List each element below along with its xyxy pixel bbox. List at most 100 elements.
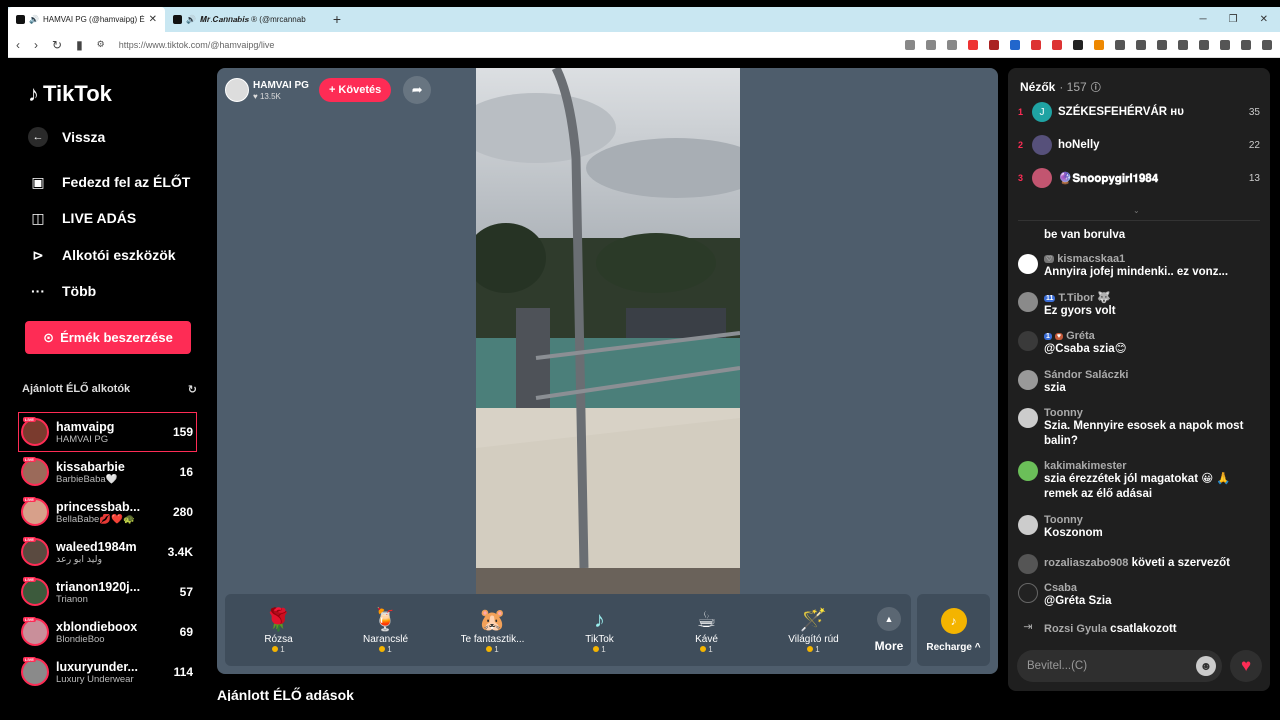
browser-tab-active[interactable]: 🔊 HAMVAI PG (@hamvaipg) ÉL ✕ [8, 7, 165, 32]
chat-username[interactable]: Toonny [1044, 407, 1263, 419]
gift-item[interactable]: 🍹 Narancslé 1 [332, 594, 439, 666]
top-viewer-item[interactable]: 1 J SZÉKESFEHÉRVÁR ʜᴜ 35 [1018, 101, 1260, 123]
close-window-icon[interactable]: ✕ [1260, 14, 1268, 25]
gift-item[interactable]: 🐹 Te fantasztik... 1 [439, 594, 546, 666]
creator-item[interactable]: LIVE xblondieboox BlondieBoo 69 [18, 612, 197, 652]
emoji-icon[interactable]: ☻ [1196, 656, 1216, 676]
top-viewer-item[interactable]: 3 🔮𝐒𝐧𝐨𝐨𝐩𝐲𝐠𝐢𝐫𝐥𝟏𝟗𝟖𝟒 13 [1018, 167, 1260, 189]
gift-item[interactable]: ♪ TikTok 1 [546, 594, 653, 666]
share-icon[interactable] [947, 39, 957, 50]
creator-nickname: BellaBabe💋❤️🐢 [56, 513, 135, 525]
wallet-icon[interactable] [1220, 39, 1230, 50]
avatar[interactable] [1018, 331, 1038, 351]
vpn-icon[interactable] [1241, 39, 1251, 50]
gift-item[interactable]: ☕ Kávé 1 [653, 594, 760, 666]
zoom-icon[interactable] [926, 39, 936, 50]
avatar[interactable] [1018, 254, 1038, 274]
extension-icon[interactable] [1052, 39, 1062, 50]
avatar[interactable] [1018, 408, 1038, 428]
tiktok-logo[interactable]: ♪ TikTok [28, 81, 112, 107]
chat-username[interactable]: rozaliaszabo908 [1044, 557, 1128, 569]
translate-icon[interactable] [1010, 39, 1020, 50]
nav-live-broadcast[interactable]: ◫ LIVE ADÁS [28, 208, 136, 228]
chat-username[interactable]: Sándor Saláczki [1044, 369, 1128, 381]
avatar[interactable] [1018, 554, 1038, 574]
viewer-count: 114 [173, 665, 193, 679]
recharge-button[interactable]: ♪ Recharge ^ [917, 594, 990, 666]
info-icon[interactable]: ⓘ [1091, 79, 1101, 94]
chat-username[interactable]: Rozsi Gyula [1044, 623, 1107, 635]
host-name[interactable]: HAMVAI PG [253, 80, 309, 92]
get-coins-button[interactable]: ⊙ Érmék beszerzése [25, 321, 191, 354]
extension-icon[interactable] [1094, 39, 1104, 50]
creator-item[interactable]: LIVE luxuryunder... Luxury Underwear 114 [18, 652, 197, 692]
refresh-icon[interactable]: ↻ [188, 383, 197, 396]
avatar[interactable] [1018, 370, 1038, 390]
chat-username[interactable]: Csaba [1044, 582, 1111, 594]
live-stream-player[interactable]: HAMVAI PG ♥ 13.5K + Követés ➦ 🌹 Rózsa 1 … [217, 68, 998, 674]
maximize-icon[interactable]: ❐ [1229, 14, 1238, 25]
extension-icon[interactable] [1073, 39, 1083, 50]
video-frame[interactable] [476, 68, 740, 594]
chevron-down-icon[interactable]: ⌄ [1133, 206, 1140, 215]
viewer-count: 3.4K [167, 545, 193, 559]
creator-item[interactable]: LIVE princessbab... BellaBabe💋❤️🐢 280 [18, 492, 197, 532]
creator-item[interactable]: LIVE waleed1984m وليد ابو رعد 3.4K [18, 532, 197, 572]
like-heart-button[interactable]: ♥ [1230, 650, 1262, 682]
chat-message: kakimakimester szia érezzétek jól magatok… [1018, 460, 1263, 502]
live-badge: LIVE [23, 577, 36, 582]
reload-icon[interactable]: ↻ [52, 38, 62, 52]
nav-back[interactable]: ← Vissza [28, 127, 105, 147]
creator-item[interactable]: LIVE hamvaipg HAMVAI PG 159 [18, 412, 197, 452]
avatar[interactable] [1018, 583, 1038, 603]
creator-item[interactable]: LIVE trianon1920j... Trianon 57 [18, 572, 197, 612]
nav-more[interactable]: ··· Több [28, 281, 96, 301]
download-icon[interactable] [1157, 39, 1167, 50]
creator-item[interactable]: LIVE kissabarbie BarbieBaba🤍 16 [18, 452, 197, 492]
avatar[interactable] [1018, 515, 1038, 535]
browser-tab-inactive[interactable]: 🔊 𝑴𝒓.𝑪𝒂𝒏𝒏𝒂𝒃𝒊𝒔 ® (@mrcannab [165, 7, 325, 32]
new-tab-button[interactable]: + [325, 7, 349, 32]
nav-creator-tools[interactable]: ⊳ Alkotói eszközök [28, 245, 175, 265]
gift-item[interactable]: 🌹 Rózsa 1 [225, 594, 332, 666]
glow-stick-icon: 🪄 [799, 607, 828, 632]
chat-username[interactable]: Toonny [1044, 514, 1103, 526]
menu-icon[interactable] [1262, 39, 1272, 50]
gift-item[interactable]: 🪄 Világító rúd 1 [760, 594, 867, 666]
close-tab-icon[interactable]: ✕ [149, 14, 157, 25]
chat-message: Toonny Koszonom [1018, 514, 1263, 541]
puzzle-icon[interactable] [1136, 39, 1146, 50]
chat-input[interactable]: Bevitel...(C) ☻ [1017, 650, 1222, 682]
top-viewer-item[interactable]: 2 hoNelly 22 [1018, 134, 1260, 156]
url-input[interactable]: https://www.tiktok.com/@hamvaipg/live [119, 40, 891, 50]
level-badge: 11 [1044, 295, 1056, 302]
window-controls: ─ ❐ ✕ [1200, 7, 1280, 32]
sidebar-icon[interactable] [1199, 39, 1209, 50]
extension-icon[interactable] [905, 39, 915, 50]
creator-nickname: BlondieBoo [56, 633, 105, 645]
coin-icon [272, 646, 279, 652]
brave-shield-icon[interactable] [968, 39, 978, 50]
chat-username[interactable]: kakimakimester [1044, 460, 1263, 472]
avatar[interactable] [1018, 292, 1038, 312]
avatar[interactable] [1018, 461, 1038, 481]
host-avatar[interactable] [225, 78, 249, 102]
creator-name: hamvaipg [56, 419, 115, 434]
site-info-icon[interactable]: ⚙ [97, 39, 105, 50]
viewer-count: 57 [179, 585, 193, 599]
chat-username[interactable]: 1 ♥ Gréta [1044, 330, 1127, 342]
music-icon[interactable] [1178, 39, 1188, 50]
more-gifts-button[interactable]: ▲ More [867, 594, 911, 666]
chat-username[interactable]: 11 T.Tibor 🐺 [1044, 291, 1116, 304]
rewards-icon[interactable] [989, 39, 999, 50]
follow-button[interactable]: + Követés [318, 78, 392, 102]
nav-explore-live[interactable]: ▣ Fedezd fel az ÉLŐT [28, 172, 190, 192]
extension-icon[interactable] [1031, 39, 1041, 50]
forward-icon[interactable]: › [34, 38, 38, 52]
extension-icon[interactable] [1115, 39, 1125, 50]
share-icon[interactable]: ➦ [403, 76, 432, 104]
minimize-icon[interactable]: ─ [1200, 14, 1207, 25]
back-icon[interactable]: ‹ [16, 38, 20, 52]
chat-username[interactable]: ♡ kismacskaa1 [1044, 253, 1228, 265]
bookmark-icon[interactable]: ▮ [76, 38, 83, 52]
